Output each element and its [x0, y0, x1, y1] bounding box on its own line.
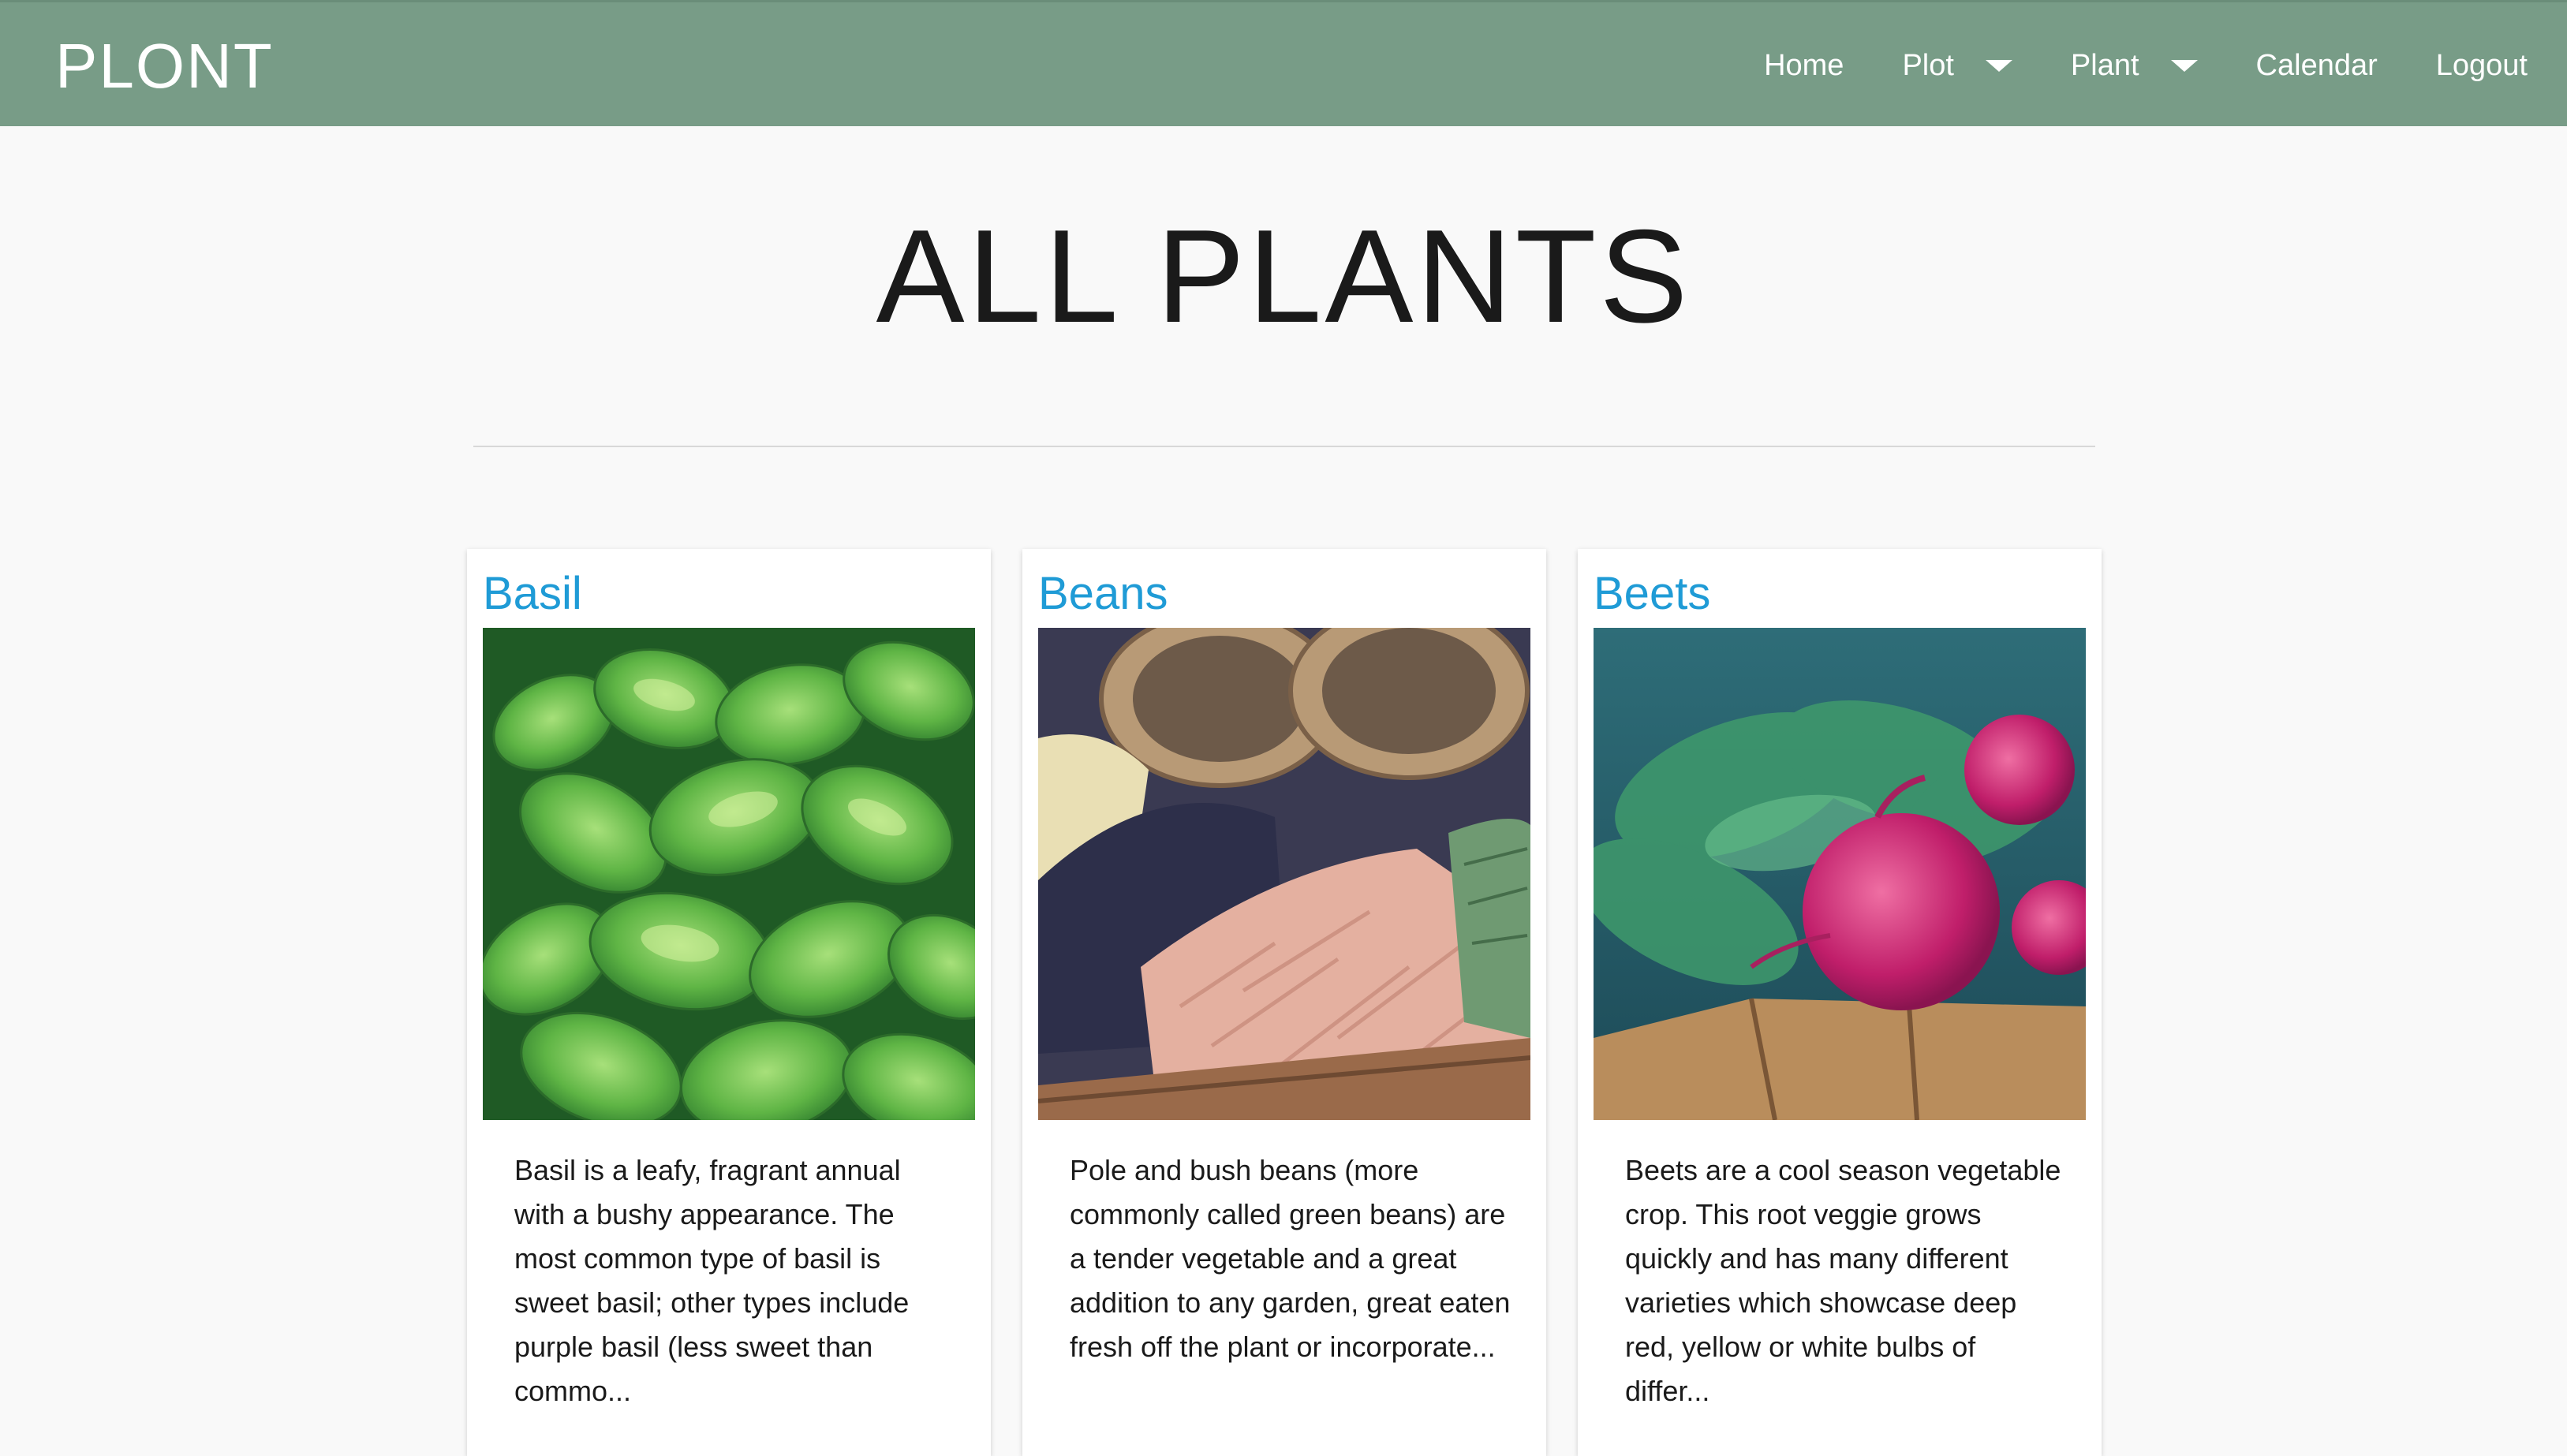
caret-down-icon [2170, 59, 2198, 72]
nav-plot-dropdown[interactable]: Plot [1902, 49, 2043, 83]
plant-card-beans[interactable]: Beans Pole and bush beans (more commonly… [1022, 549, 1546, 1456]
plant-card-title[interactable]: Basil [483, 566, 582, 622]
nav-plant-label: Plant [2070, 48, 2139, 82]
brand-logo[interactable]: PLONT [55, 31, 274, 102]
nav-plant-dropdown[interactable]: Plant [2071, 49, 2229, 83]
plant-card-grid: Basil Basil is a leafy, fragrant annual … [467, 549, 2102, 1456]
plant-card-description: Pole and bush beans (more commonly calle… [1070, 1154, 1511, 1363]
plant-card-beets[interactable]: Beets Beets are a cool season vegetable … [1578, 549, 2102, 1456]
page-title: ALL PLANTS [876, 202, 1691, 350]
plant-card-description: Beets are a cool season vegetable crop. … [1625, 1154, 2061, 1407]
nav-links: Home Plot Plant Calendar Logout [1706, 2, 2528, 129]
plant-card-description: Basil is a leafy, fragrant annual with a… [514, 1154, 910, 1407]
plant-card-basil[interactable]: Basil Basil is a leafy, fragrant annual … [467, 549, 991, 1456]
nav-home-label: Home [1764, 48, 1844, 82]
nav-logout-link[interactable]: Logout [2436, 49, 2528, 83]
caret-down-icon [1985, 59, 2012, 72]
beans-photo[interactable] [1038, 628, 1530, 1120]
beets-photo[interactable] [1594, 628, 2086, 1120]
nav-plot-label: Plot [1902, 48, 1954, 82]
nav-calendar-link[interactable]: Calendar [2256, 49, 2378, 83]
nav-home-link[interactable]: Home [1764, 49, 1844, 83]
basil-photo[interactable] [483, 628, 975, 1120]
plant-card-title[interactable]: Beets [1594, 566, 1710, 622]
plant-card-title[interactable]: Beans [1038, 566, 1168, 622]
title-divider [473, 446, 2095, 447]
nav-calendar-label: Calendar [2255, 48, 2378, 82]
nav-logout-label: Logout [2435, 48, 2528, 82]
top-navbar: PLONT Home Plot Plant Calendar Logout [0, 0, 2567, 126]
